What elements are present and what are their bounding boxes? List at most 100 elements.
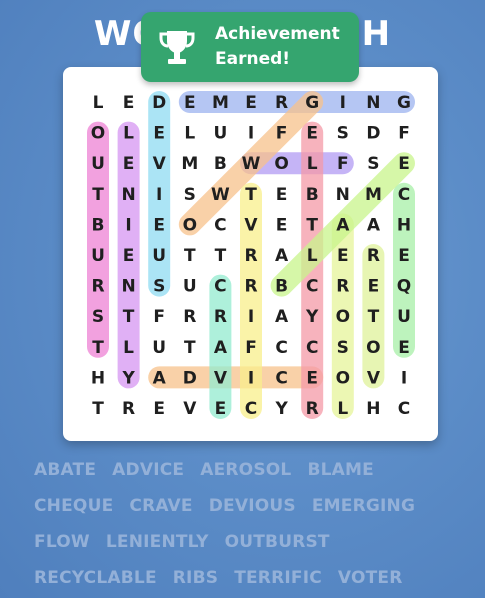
grid-letter[interactable]: T [92, 399, 104, 419]
grid-letter[interactable]: L [123, 124, 134, 144]
grid-letter[interactable]: F [245, 338, 257, 358]
grid-letter[interactable]: G [305, 93, 319, 113]
grid-letter[interactable]: O [91, 124, 105, 144]
grid-letter[interactable]: O [336, 368, 350, 388]
grid-letter[interactable]: C [275, 338, 287, 358]
grid-letter[interactable]: S [184, 185, 196, 205]
grid-letter[interactable]: R [306, 399, 319, 419]
grid-letter[interactable]: F [153, 307, 165, 327]
grid-letter[interactable]: E [123, 246, 135, 266]
grid-letter[interactable]: M [365, 185, 382, 205]
grid-letter[interactable]: R [214, 307, 227, 327]
grid-letter[interactable]: H [91, 368, 105, 388]
grid-letter[interactable]: V [367, 368, 381, 388]
grid-letter[interactable]: T [92, 338, 104, 358]
grid-letter[interactable]: W [242, 154, 261, 174]
grid-canvas[interactable]: L E D E M E R G I N GO L E L U I F E S D FU E V M B W O L F S ET N I S W T E… [63, 67, 438, 441]
grid-letter[interactable]: B [214, 154, 227, 174]
grid-letter[interactable]: U [213, 124, 227, 144]
grid-letter[interactable]: U [397, 307, 411, 327]
grid-letter[interactable]: R [244, 246, 257, 266]
grid-letter[interactable]: F [276, 124, 288, 144]
grid-letter[interactable]: L [337, 399, 348, 419]
grid-letter[interactable]: F [337, 154, 349, 174]
grid-letter[interactable]: C [398, 399, 410, 419]
grid-letter[interactable]: U [91, 246, 105, 266]
grid-letter[interactable]: C [214, 277, 226, 297]
grid-letter[interactable]: B [275, 277, 288, 297]
grid-letter[interactable]: R [336, 277, 349, 297]
grid-letter[interactable]: O [366, 338, 380, 358]
grid-letter[interactable]: R [244, 277, 257, 297]
word-grid[interactable]: LEDEMERGINGOLELUIFESDFUEVMBWOLFSETNISWTE… [63, 67, 438, 441]
grid-letter[interactable]: D [366, 124, 380, 144]
grid-letter[interactable]: A [275, 246, 289, 266]
grid-letter[interactable]: C [275, 368, 287, 388]
grid-letter[interactable]: V [214, 368, 228, 388]
grid-letter[interactable]: E [184, 93, 196, 113]
grid-letter[interactable]: N [366, 93, 380, 113]
grid-letter[interactable]: E [276, 215, 288, 235]
grid-letter[interactable]: V [153, 154, 167, 174]
grid-letter[interactable]: S [153, 277, 165, 297]
grid-letter[interactable]: T [184, 246, 196, 266]
grid-letter[interactable]: E [276, 185, 288, 205]
grid-letter[interactable]: U [152, 338, 166, 358]
grid-letter[interactable]: E [306, 124, 318, 144]
grid-letter[interactable]: E [398, 338, 410, 358]
grid-letter[interactable]: E [337, 246, 349, 266]
grid-letter[interactable]: O [274, 154, 288, 174]
grid-letter[interactable]: V [244, 215, 258, 235]
grid-letter[interactable]: B [92, 215, 105, 235]
grid-letter[interactable]: S [92, 307, 104, 327]
grid-letter[interactable]: R [183, 307, 196, 327]
grid-letter[interactable]: S [337, 338, 349, 358]
grid-letter[interactable]: U [183, 277, 197, 297]
grid-letter[interactable]: T [306, 215, 318, 235]
grid-letter[interactable]: L [123, 338, 134, 358]
grid-letter[interactable]: C [306, 277, 318, 297]
grid-letter[interactable]: I [401, 368, 407, 388]
grid-letter[interactable]: M [181, 154, 198, 174]
grid-letter[interactable]: C [398, 185, 410, 205]
grid-letter[interactable]: D [183, 368, 197, 388]
grid-letter[interactable]: E [153, 215, 165, 235]
grid-letter[interactable]: T [215, 246, 227, 266]
grid-letter[interactable]: E [398, 246, 410, 266]
grid-letter[interactable]: S [367, 154, 379, 174]
grid-letter[interactable]: H [366, 399, 380, 419]
grid-letter[interactable]: I [340, 93, 346, 113]
grid-letter[interactable]: A [153, 368, 167, 388]
grid-letter[interactable]: C [306, 338, 318, 358]
grid-letter[interactable]: R [275, 93, 288, 113]
grid-letter[interactable]: R [122, 399, 135, 419]
grid-letter[interactable]: R [91, 277, 104, 297]
grid-letter[interactable]: Y [305, 307, 319, 327]
grid-letter[interactable]: R [367, 246, 380, 266]
grid-letter[interactable]: L [307, 246, 318, 266]
grid-letter[interactable]: U [91, 154, 105, 174]
grid-letter[interactable]: E [123, 154, 135, 174]
grid-letter[interactable]: I [248, 368, 254, 388]
grid-letter[interactable]: I [248, 307, 254, 327]
grid-letter[interactable]: Y [274, 399, 288, 419]
grid-letter[interactable]: A [367, 215, 381, 235]
grid-letter[interactable]: I [248, 124, 254, 144]
grid-letter[interactable]: S [337, 124, 349, 144]
grid-letter[interactable]: I [156, 185, 162, 205]
grid-letter[interactable]: C [214, 215, 226, 235]
grid-letter[interactable]: E [215, 399, 227, 419]
grid-letter[interactable]: T [92, 185, 104, 205]
grid-letter[interactable]: I [125, 215, 131, 235]
grid-letter[interactable]: L [184, 124, 195, 144]
grid-letter[interactable]: T [368, 307, 380, 327]
grid-letter[interactable]: H [397, 215, 411, 235]
grid-letter[interactable]: W [211, 185, 230, 205]
grid-letter[interactable]: E [153, 124, 165, 144]
grid-letter[interactable]: E [245, 93, 257, 113]
grid-letter[interactable]: Q [397, 277, 411, 297]
grid-letter[interactable]: E [368, 277, 380, 297]
grid-letter[interactable]: D [152, 93, 166, 113]
grid-letter[interactable]: E [123, 93, 135, 113]
grid-letter[interactable]: O [183, 215, 197, 235]
